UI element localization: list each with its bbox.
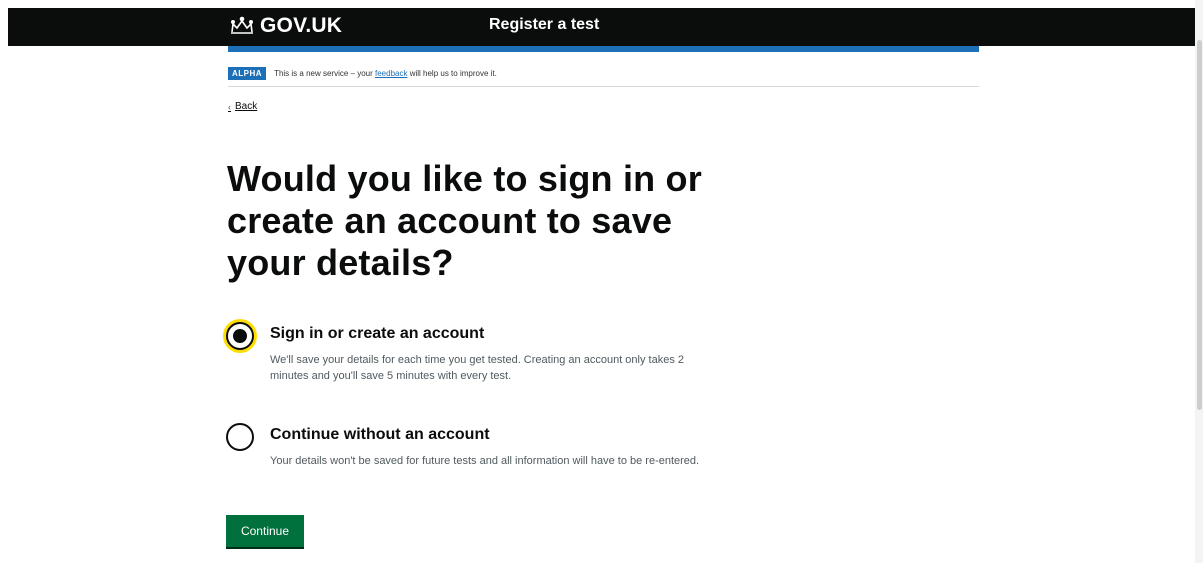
- header-blue-rule: [228, 46, 979, 52]
- radio-button-selected[interactable]: [226, 322, 254, 350]
- scrollbar-thumb[interactable]: [1197, 40, 1202, 410]
- feedback-link[interactable]: feedback: [375, 69, 407, 78]
- header-bar: [8, 8, 1195, 46]
- continue-button[interactable]: Continue: [226, 515, 304, 547]
- chevron-left-icon: ‹: [228, 101, 231, 112]
- back-link-label: Back: [235, 101, 258, 112]
- scrollbar[interactable]: [1195, 0, 1203, 563]
- phase-text-before: This is a new service – your: [274, 68, 375, 78]
- logo-text: GOV.UK: [260, 14, 343, 37]
- crown-icon: [230, 16, 253, 34]
- phase-tag: ALPHA: [228, 66, 267, 80]
- radio-hint-continue-without: Your details won't be saved for future t…: [270, 455, 700, 467]
- radio-label-continue-without[interactable]: Continue without an account: [270, 426, 490, 444]
- back-link[interactable]: ‹ Back: [228, 101, 257, 112]
- service-name[interactable]: Register a test: [489, 16, 599, 34]
- phase-banner: ALPHA This is a new service – your feedb…: [228, 60, 979, 87]
- phase-banner-text: This is a new service – your feedback wi…: [274, 69, 497, 78]
- phase-text-after: will help us to improve it.: [407, 68, 497, 78]
- radio-button-unselected[interactable]: [226, 423, 254, 451]
- radio-label-sign-in[interactable]: Sign in or create an account: [270, 325, 484, 343]
- page-title: Would you like to sign in or create an a…: [227, 158, 702, 283]
- radio-hint-sign-in: We'll save your details for each time yo…: [270, 354, 685, 382]
- page: GOV.UK Register a test ALPHA This is a n…: [0, 0, 1203, 563]
- govuk-logo[interactable]: GOV.UK: [228, 14, 342, 38]
